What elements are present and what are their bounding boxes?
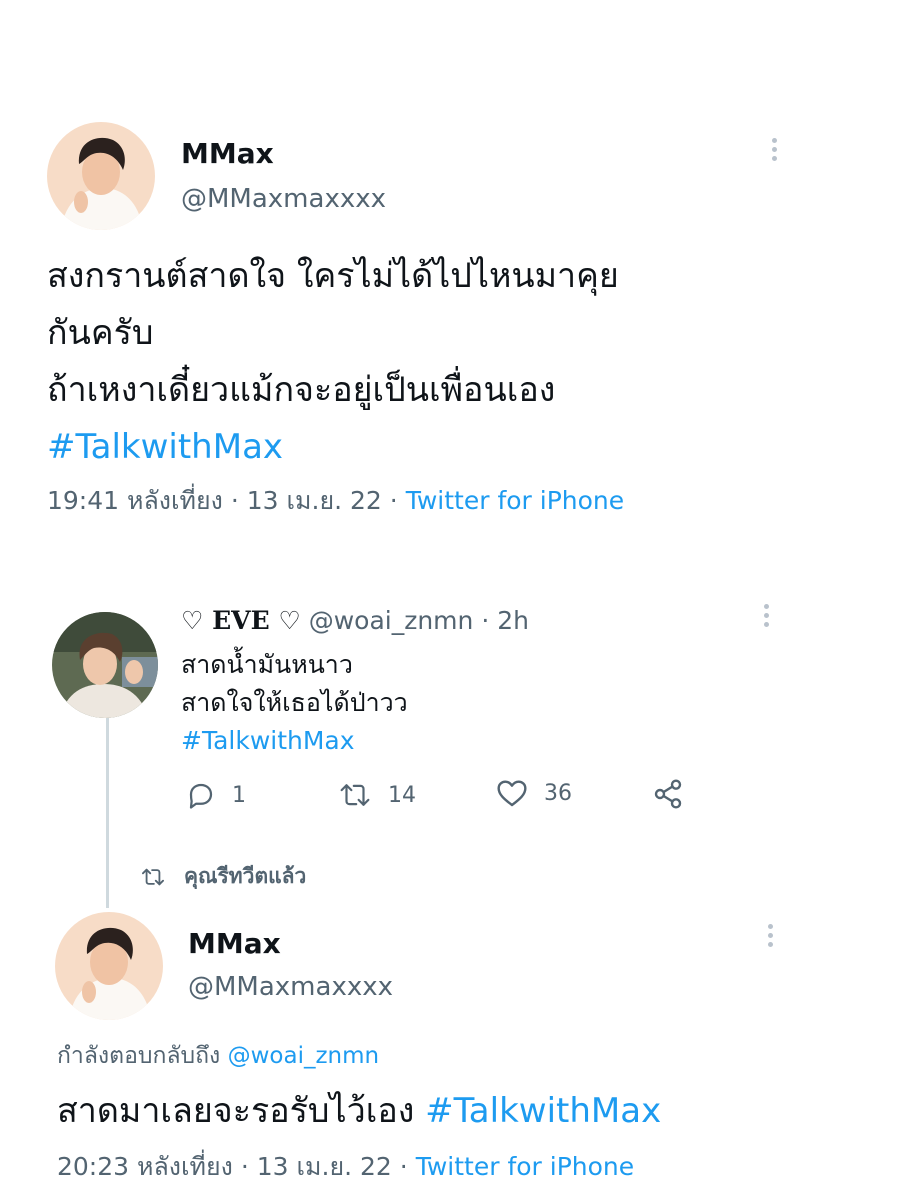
meta-separator: ·	[389, 486, 398, 515]
hashtag-link[interactable]: #TalkwithMax	[425, 1091, 661, 1131]
tweet-time[interactable]: 2h	[497, 606, 529, 635]
share-icon	[654, 779, 682, 809]
author-name[interactable]: MMax	[181, 136, 274, 172]
reply-text: สาดน้ำมันหนาว สาดใจให้เธอได้ป่าวว #Talkw…	[181, 646, 408, 760]
reply-count: 1	[232, 782, 246, 808]
more-vertical-icon[interactable]	[764, 924, 776, 947]
tweet-meta: 19:41 หลังเที่ยง · 13 เม.ย. 22 · Twitter…	[47, 484, 624, 518]
meta-separator: ·	[481, 606, 490, 635]
tweet-time: 19:41 หลังเที่ยง	[47, 486, 223, 515]
tweet-text: สาดมาเลยจะรอรับไว้เอง #TalkwithMax	[57, 1086, 661, 1136]
replying-to-prefix: กำลังตอบกลับถึง	[57, 1043, 221, 1069]
like-button[interactable]: 36	[496, 778, 572, 808]
avatar[interactable]	[55, 912, 163, 1020]
author-handle[interactable]: @woai_znmn	[309, 606, 474, 635]
retweet-banner-label: คุณรีทวีตแล้ว	[184, 864, 307, 888]
main-tweet: MMax @MMaxmaxxxx สงกรานต์สาดใจ ใครไม่ได้…	[0, 0, 900, 540]
retweet-banner: คุณรีทวีตแล้ว	[140, 860, 306, 893]
tweet-date: 13 เม.ย. 22	[246, 486, 382, 515]
share-button[interactable]	[652, 778, 684, 814]
thread-line	[106, 718, 109, 908]
tweet-text-line: กันครับ	[47, 313, 154, 353]
author-handle[interactable]: @MMaxmaxxxx	[188, 970, 393, 1004]
meta-separator: ·	[230, 486, 239, 515]
tweet-text-line: สาดใจให้เธอได้ป่าวว	[181, 688, 408, 717]
like-count: 36	[544, 780, 572, 806]
tweet-text-line: สาดน้ำมันหนาว	[181, 650, 353, 679]
tweet-text-line: สงกรานต์สาดใจ ใครไม่ได้ไปไหนมาคุย	[47, 256, 619, 296]
meta-separator: ·	[399, 1152, 408, 1181]
tweet-text-body: สาดมาเลยจะรอรับไว้เอง	[57, 1091, 415, 1131]
reply-icon	[189, 783, 213, 809]
meta-separator: ·	[240, 1152, 249, 1181]
replying-to: กำลังตอบกลับถึง @woai_znmn	[57, 1040, 379, 1072]
author-name[interactable]: MMax	[188, 926, 281, 962]
tweet-date: 13 เม.ย. 22	[256, 1152, 392, 1181]
avatar[interactable]	[47, 122, 155, 230]
like-icon	[497, 780, 527, 807]
more-vertical-icon[interactable]	[760, 604, 772, 627]
tweet-time: 20:23 หลังเที่ยง	[57, 1152, 233, 1181]
hashtag-link[interactable]: #TalkwithMax	[47, 419, 867, 476]
reply-button[interactable]: 1	[186, 780, 246, 810]
retweet-small-icon	[142, 868, 164, 885]
tweet-source-link[interactable]: Twitter for iPhone	[406, 486, 624, 515]
more-vertical-icon[interactable]	[768, 138, 780, 161]
tweet-text: สงกรานต์สาดใจ ใครไม่ได้ไปไหนมาคุย กันครั…	[47, 248, 867, 476]
author-name[interactable]: ♡ EVE ♡	[181, 606, 301, 635]
hashtag-link[interactable]: #TalkwithMax	[181, 722, 408, 760]
avatar[interactable]	[52, 612, 158, 718]
retweet-button[interactable]: 14	[338, 780, 416, 810]
replying-to-handle-link[interactable]: @woai_znmn	[228, 1043, 380, 1069]
tweet-source-link[interactable]: Twitter for iPhone	[416, 1152, 634, 1181]
retweet-icon	[340, 784, 370, 806]
tweet-text-line: ถ้าเหงาเดี๋ยวแม้กจะอยู่เป็นเพื่อนเอง	[47, 370, 556, 410]
author-handle[interactable]: @MMaxmaxxxx	[181, 182, 386, 216]
retweet-count: 14	[388, 782, 416, 808]
tweet-meta: 20:23 หลังเที่ยง · 13 เม.ย. 22 · Twitter…	[57, 1150, 634, 1184]
reply-header: ♡ EVE ♡ @woai_znmn · 2h	[181, 604, 529, 638]
